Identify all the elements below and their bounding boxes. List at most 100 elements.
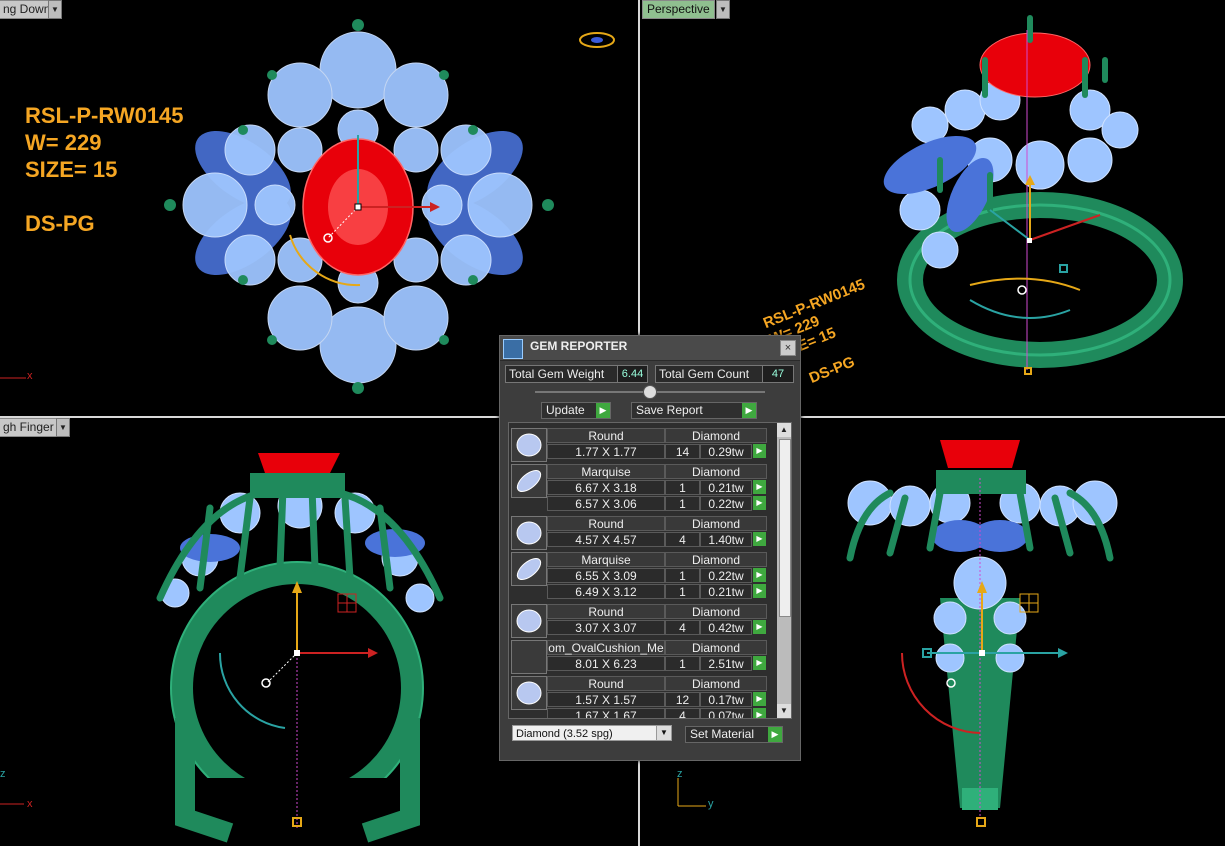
gem-group: Round Diamond 1.57 X 1.57 12 0.17tw ▶ 1.67 X 1…	[511, 676, 767, 718]
select-gem-button[interactable]: ▶	[753, 656, 766, 670]
gem-size: 6.57 X 3.06	[547, 496, 665, 511]
gem-weight: 0.21tw	[700, 480, 752, 495]
gem-group: Round Diamond 1.77 X 1.77 14 0.29tw ▶	[511, 428, 767, 462]
stamp-rot-5: DS-PG	[807, 353, 857, 387]
gem-shape: om_OvalCushion_Me	[547, 640, 665, 655]
model-stamp: RSL-P-RW0145 W= 229 SIZE= 15 DS-PG	[25, 102, 184, 237]
gem-size: 1.77 X 1.77	[547, 444, 665, 459]
gem-qty: 1	[665, 480, 700, 495]
gem-weight: 0.17tw	[700, 692, 752, 707]
dialog-title: GEM REPORTER	[530, 339, 628, 353]
gem-material: Diamond	[665, 464, 767, 479]
select-gem-button[interactable]: ▶	[753, 620, 766, 634]
list-scrollbar[interactable]: ▲ ▼	[777, 423, 791, 718]
update-button[interactable]: Update ▶	[541, 402, 611, 419]
select-gem-button[interactable]: ▶	[753, 568, 766, 582]
gem-round-icon	[511, 516, 547, 550]
scroll-down-button[interactable]: ▼	[777, 704, 791, 718]
gem-weight: 0.22tw	[700, 496, 752, 511]
total-gem-count-value: 47	[762, 365, 794, 383]
gem-round-icon	[511, 428, 547, 462]
gem-shape: Round	[547, 676, 665, 691]
chevron-down-icon[interactable]: ▼	[48, 0, 62, 19]
gem-shape: Round	[547, 516, 665, 531]
scroll-thumb[interactable]	[779, 439, 791, 617]
gem-weight: 0.29tw	[700, 444, 752, 459]
gem-size: 1.67 X 1.67	[547, 708, 665, 718]
gem-qty: 12	[665, 692, 700, 707]
play-icon: ▶	[768, 727, 782, 742]
gem-shape: Marquise	[547, 464, 665, 479]
set-material-button[interactable]: Set Material ▶	[685, 726, 783, 743]
gem-group: Round Diamond 3.07 X 3.07 4 0.42tw ▶	[511, 604, 767, 638]
gem-qty: 4	[665, 620, 700, 635]
set-material-label: Set Material	[690, 727, 755, 741]
gem-material: Diamond	[665, 428, 767, 443]
chevron-down-icon[interactable]: ▼	[716, 0, 730, 19]
scroll-up-button[interactable]: ▲	[777, 423, 791, 437]
close-button[interactable]: ×	[780, 340, 796, 356]
select-gem-button[interactable]: ▶	[753, 496, 766, 510]
viewport-label-perspective[interactable]: Perspective	[642, 0, 715, 19]
gem-group: Marquise Diamond 6.55 X 3.09 1 0.22tw ▶ 6.49 X…	[511, 552, 767, 600]
gem-weight: 2.51tw	[700, 656, 752, 671]
gem-thumbnail	[511, 640, 547, 674]
gem-material: Diamond	[665, 516, 767, 531]
select-gem-button[interactable]: ▶	[753, 480, 766, 494]
stamp-line-5: DS-PG	[25, 211, 95, 236]
gem-size: 6.55 X 3.09	[547, 568, 665, 583]
gem-qty: 1	[665, 584, 700, 599]
material-select[interactable]: Diamond (3.52 spg) ▼	[512, 725, 672, 741]
gem-round-icon	[511, 676, 547, 710]
material-select-value: Diamond (3.52 spg)	[516, 728, 613, 740]
total-gem-count-label: Total Gem Count	[655, 365, 763, 383]
gem-shape: Round	[547, 428, 665, 443]
gem-qty: 1	[665, 568, 700, 583]
gem-qty: 14	[665, 444, 700, 459]
gem-weight: 0.21tw	[700, 584, 752, 599]
select-gem-button[interactable]: ▶	[753, 692, 766, 706]
gem-shape: Round	[547, 604, 665, 619]
gem-reporter-dialog: GEM REPORTER × Total Gem Weight 6.44 Tot…	[499, 335, 801, 761]
gem-marquise-icon	[511, 552, 547, 586]
gem-group: Round Diamond 4.57 X 4.57 4 1.40tw ▶	[511, 516, 767, 550]
dialog-titlebar[interactable]: GEM REPORTER ×	[500, 336, 800, 361]
play-icon: ▶	[596, 403, 610, 418]
viewport-label-bottom-left[interactable]: gh Finger	[0, 418, 59, 437]
axis-z-label: z	[677, 768, 683, 780]
gem-size: 6.49 X 3.12	[547, 584, 665, 599]
axis-x-label: x	[27, 798, 33, 810]
gem-size: 1.57 X 1.57	[547, 692, 665, 707]
gem-marquise-icon	[511, 464, 547, 498]
select-gem-button[interactable]: ▶	[753, 708, 766, 718]
gem-qty: 1	[665, 656, 700, 671]
gem-material: Diamond	[665, 552, 767, 567]
gem-weight: 1.40tw	[700, 532, 752, 547]
slider-handle[interactable]	[643, 385, 657, 399]
stamp-line-4	[25, 183, 184, 210]
gem-weight: 0.42tw	[700, 620, 752, 635]
gem-weight: 0.07tw	[700, 708, 752, 718]
chevron-down-icon: ▼	[656, 726, 671, 740]
gem-size: 8.01 X 6.23	[547, 656, 665, 671]
chevron-down-icon[interactable]: ▼	[56, 418, 70, 437]
select-gem-button[interactable]: ▶	[753, 444, 766, 458]
gem-group: Marquise Diamond 6.67 X 3.18 1 0.21tw ▶ 6.57 X…	[511, 464, 767, 512]
save-report-button[interactable]: Save Report ▶	[631, 402, 757, 419]
axis-x-label: x	[27, 370, 33, 382]
select-gem-button[interactable]: ▶	[753, 584, 766, 598]
gem-report-icon	[503, 339, 523, 359]
gem-size: 6.67 X 3.18	[547, 480, 665, 495]
axis-z-label: z	[0, 768, 6, 780]
stamp-line-3: SIZE= 15	[25, 157, 118, 182]
gem-material: Diamond	[665, 604, 767, 619]
gem-weight: 0.22tw	[700, 568, 752, 583]
select-gem-button[interactable]: ▶	[753, 532, 766, 546]
gem-shape: Marquise	[547, 552, 665, 567]
gem-qty: 1	[665, 496, 700, 511]
gem-size: 4.57 X 4.57	[547, 532, 665, 547]
gem-round-icon	[511, 604, 547, 638]
gem-group: om_OvalCushion_Me Diamond 8.01 X 6.23 1 2.51…	[511, 640, 767, 674]
gem-list[interactable]: Round Diamond 1.77 X 1.77 14 0.29tw ▶ Marquise…	[508, 422, 792, 719]
play-icon: ▶	[742, 403, 756, 418]
